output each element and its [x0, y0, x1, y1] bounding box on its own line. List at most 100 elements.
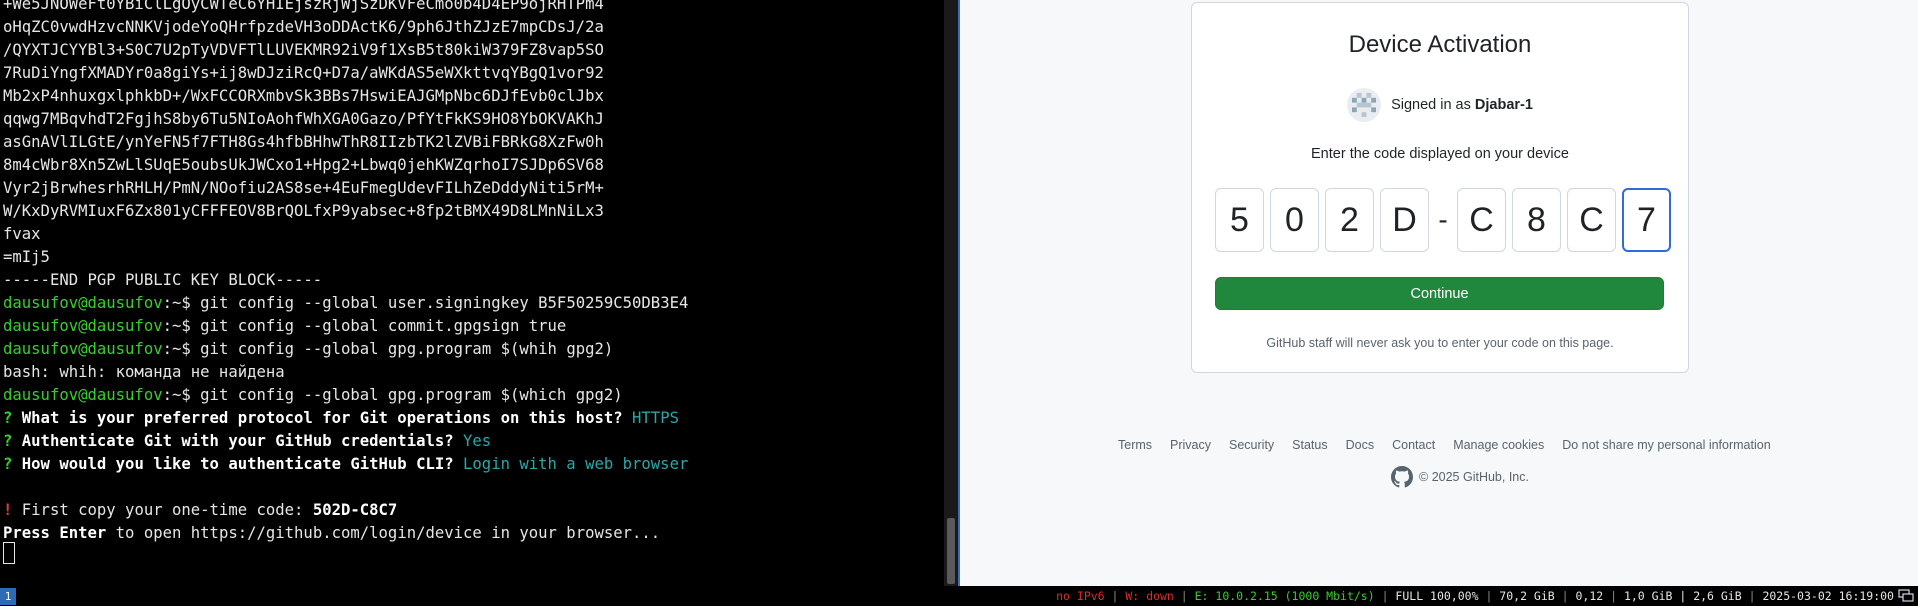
prompt-suffix: :~$ — [162, 340, 201, 358]
command-text: git config --global gpg.program $(whih g… — [200, 340, 614, 358]
error-line: bash: whih: команда не найдена — [3, 363, 285, 381]
prompt-question: ? What is your preferred protocol for Gi… — [3, 407, 924, 430]
key-line: +We5JNOWeFt0YBiClLgOyCWTeC6YHIEjszRjWjSz… — [3, 0, 604, 13]
question-mark: ? — [3, 432, 22, 450]
staff-notice: GitHub staff will never ask you to enter… — [1266, 336, 1614, 350]
footer-link-security[interactable]: Security — [1229, 438, 1274, 452]
warning-mark: ! — [3, 501, 22, 519]
key-line: fvax — [3, 225, 41, 243]
question-mark: ? — [3, 455, 22, 473]
signed-in-text: Signed in as Djabar-1 — [1391, 97, 1533, 113]
avatar[interactable] — [1347, 88, 1382, 122]
footer-link-terms[interactable]: Terms — [1118, 438, 1152, 452]
footer-link-contact[interactable]: Contact — [1392, 438, 1435, 452]
disk-status: 70,2 GiB — [1499, 589, 1555, 603]
question-text: Authenticate Git with your GitHub creden… — [21, 432, 464, 450]
code-input-group: 5 0 2 D - C 8 C 7 — [1215, 187, 1677, 253]
question-answer: HTTPS — [632, 409, 679, 427]
footer-link-docs[interactable]: Docs — [1346, 438, 1374, 452]
command-text: git config --global user.signingkey B5F5… — [200, 294, 689, 312]
terminal-scrollbar-thumb[interactable] — [947, 518, 955, 584]
terminal-cursor — [3, 542, 15, 564]
question-mark: ? — [3, 409, 22, 427]
code-char-input[interactable]: C — [1457, 188, 1506, 252]
one-time-code: 502D-C8C7 — [312, 501, 398, 519]
footer-copyright: © 2025 GitHub, Inc. — [960, 466, 1918, 488]
load-status: 0,12 — [1575, 589, 1604, 603]
code-char-input[interactable]: 2 — [1325, 188, 1374, 252]
question-text: How would you like to authenticate GitHu… — [21, 455, 464, 473]
ipv6-status: no IPv6 — [1056, 589, 1105, 603]
key-line: =mIj5 — [3, 248, 50, 266]
copyright-text: © 2025 GitHub, Inc. — [1419, 470, 1529, 484]
question-answer: Login with a web browser — [463, 455, 689, 473]
command-text: git config --global commit.gpgsign true — [200, 317, 567, 335]
code-instruction: Enter the code displayed on your device — [1311, 146, 1569, 162]
prompt-question: ? How would you like to authenticate Git… — [3, 453, 924, 476]
footer-links: Terms Privacy Security Status Docs Conta… — [1118, 438, 1771, 452]
code-char-input[interactable]: 8 — [1512, 188, 1561, 252]
prompt-question: ? Authenticate Git with your GitHub cred… — [3, 430, 924, 453]
username[interactable]: Djabar-1 — [1475, 97, 1533, 113]
wifi-status: W: down — [1125, 589, 1174, 603]
command-line: dausufov@dausufov:~$ git config --global… — [3, 292, 924, 315]
code-char-input-focused[interactable]: 7 — [1622, 188, 1671, 252]
footer-link-privacy[interactable]: Privacy — [1170, 438, 1211, 452]
question-text: What is your preferred protocol for Git … — [21, 409, 633, 427]
key-line: Vyr2jBrwhesrhRHLH/PmN/NOofiu2AS8se+4EuFm… — [3, 179, 604, 197]
press-enter-text: Press Enter — [3, 524, 107, 542]
browser-content: Device Activation Signed in as Djabar-1 … — [960, 0, 1918, 586]
prompt-suffix: :~$ — [162, 317, 201, 335]
key-line: /QYXTJCYYBl3+S0C7U2pTyVDVFTlLUVEKMR92iV9… — [3, 41, 604, 59]
signed-in-row: Signed in as Djabar-1 — [1192, 87, 1688, 123]
prompt-suffix: :~$ — [162, 386, 201, 404]
code-char-input[interactable]: C — [1567, 188, 1616, 252]
ethernet-status: E: 10.0.2.15 (1000 Mbit/s) — [1194, 589, 1375, 603]
identicon-icon — [1352, 93, 1377, 117]
datetime-status: 2025-03-02 16:19:00 — [1762, 589, 1894, 603]
press-enter-line: Press Enter to open https://github.com/l… — [3, 522, 924, 545]
prompt-user: dausufov@dausufov — [3, 340, 163, 358]
footer-link-do-not-share[interactable]: Do not share my personal information — [1562, 438, 1770, 452]
key-line: W/KxDyRVMIuxF6Zx801yCFFFEOV8BrQOLfxP9yab… — [3, 202, 604, 220]
one-time-code-line: ! First copy your one-time code: 502D-C8… — [3, 499, 924, 522]
key-line: oHqZC0vwdHzvcNNKVjodeYoQHrfpzdeVH3oDDAct… — [3, 18, 604, 36]
memory-status: 1,0 GiB | 2,6 GiB — [1623, 589, 1742, 603]
prompt-user: dausufov@dausufov — [3, 317, 163, 335]
question-answer: Yes — [463, 432, 492, 450]
terminal-scrollbar[interactable] — [944, 0, 958, 586]
key-line: 7RuDiYngfXMADYr0a8giYs+ij8wDJziRcQ+D7a/a… — [3, 64, 604, 82]
device-activation-card: Device Activation Signed in as Djabar-1 … — [1191, 2, 1689, 373]
prompt-user: dausufov@dausufov — [3, 386, 163, 404]
signed-in-prefix: Signed in as — [1391, 97, 1475, 113]
key-line: asGnAVlILGtE/ynYeFN5f7FTH8Gs4hfbBHhwThR8… — [3, 133, 604, 151]
terminal-output: +We5JNOWeFt0YBiClLgOyCWTeC6YHIEjszRjWjSz… — [3, 0, 924, 545]
footer-link-status[interactable]: Status — [1292, 438, 1327, 452]
command-line: dausufov@dausufov:~$ git config --global… — [3, 338, 924, 361]
code-char-input[interactable]: 5 — [1215, 188, 1264, 252]
key-line: 8m4cWbr8Xn5ZwLlSUqE5oubsUkJWCxo1+Hpg2+Lb… — [3, 156, 604, 174]
command-line: dausufov@dausufov:~$ git config --global… — [3, 384, 924, 407]
code-char-input[interactable]: 0 — [1270, 188, 1319, 252]
copy-code-text: First copy your one-time code: — [21, 501, 313, 519]
status-items: no IPv6 | W: down | E: 10.0.2.15 (1000 M… — [1056, 589, 1894, 603]
key-line: Mb2xP4nhuxgxlphkbD+/WxFCCORXmbvSk3BBs7Hs… — [3, 87, 604, 105]
key-line: qqwg7MBqvhdT2FgjhS8by6Tu5NIoAohfWhXGA0Ga… — [3, 110, 604, 128]
command-line: dausufov@dausufov:~$ git config --global… — [3, 315, 924, 338]
battery-status: FULL 100,00% — [1395, 589, 1479, 603]
prompt-suffix: :~$ — [162, 294, 201, 312]
page-title: Device Activation — [1348, 31, 1532, 58]
status-bar: 1 no IPv6 | W: down | E: 10.0.2.15 (1000… — [0, 586, 1918, 606]
footer-link-manage-cookies[interactable]: Manage cookies — [1453, 438, 1544, 452]
continue-button[interactable]: Continue — [1215, 277, 1664, 310]
network-tray-icon[interactable] — [1898, 589, 1914, 603]
terminal-window[interactable]: +We5JNOWeFt0YBiClLgOyCWTeC6YHIEjszRjWjSz… — [0, 0, 944, 586]
code-char-input[interactable]: D — [1380, 188, 1429, 252]
workspace-button[interactable]: 1 — [0, 588, 16, 605]
prompt-user: dausufov@dausufov — [3, 294, 163, 312]
github-logo-icon[interactable] — [1391, 466, 1414, 488]
command-text: git config --global gpg.program $(which … — [200, 386, 623, 404]
open-url-text: to open https://github.com/login/device … — [106, 524, 661, 542]
key-line: -----END PGP PUBLIC KEY BLOCK----- — [3, 271, 323, 289]
